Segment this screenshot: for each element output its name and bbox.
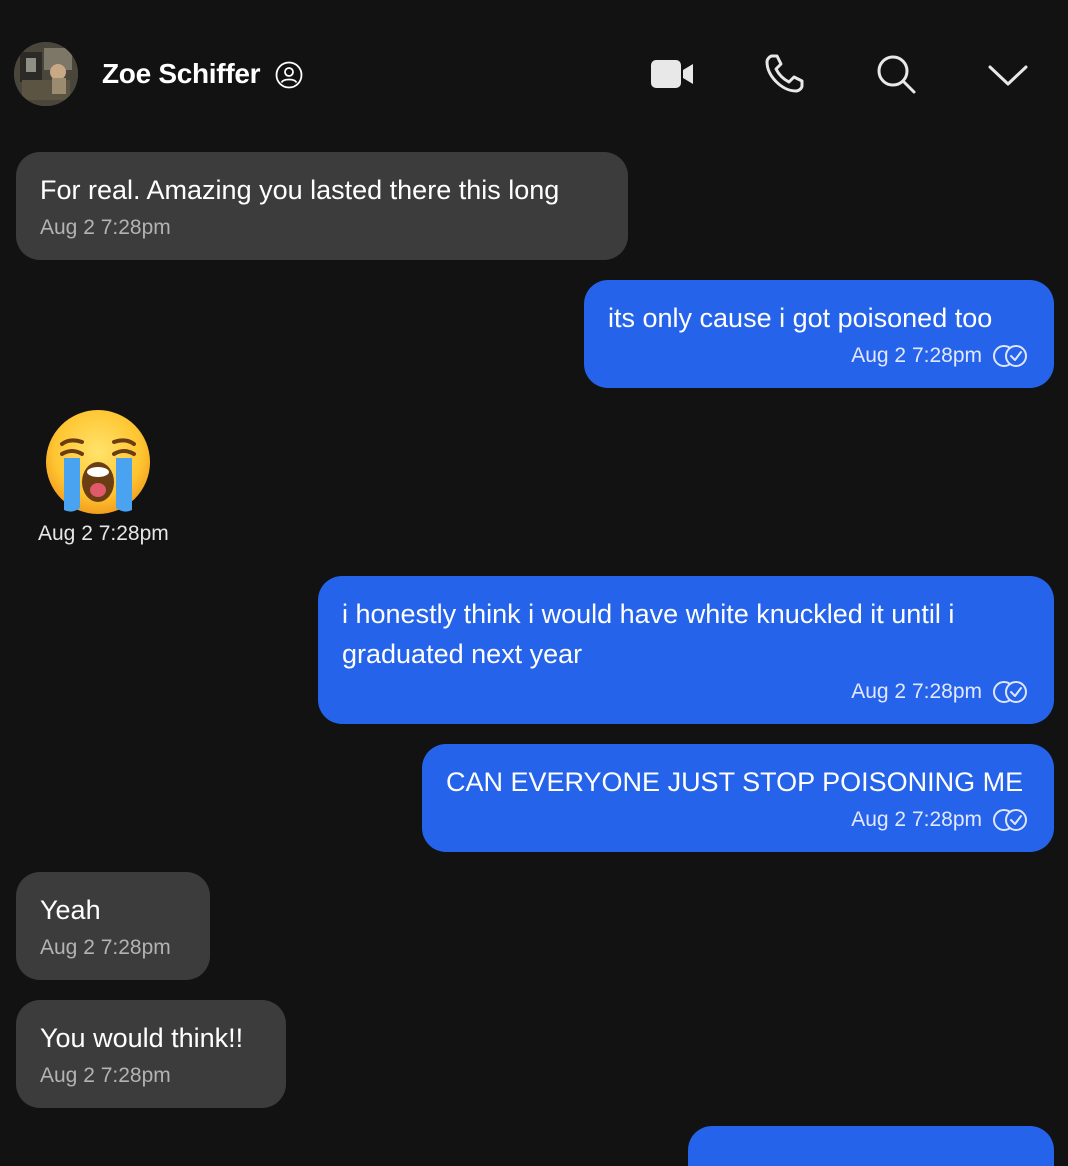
voice-call-button[interactable] xyxy=(758,48,810,100)
message-timestamp: Aug 2 7:28pm xyxy=(851,680,982,703)
outgoing-message-bubble[interactable]: CAN EVERYONE JUST STOP POISONING ME Aug … xyxy=(422,744,1054,852)
contact-avatar[interactable] xyxy=(14,42,78,106)
phone-icon xyxy=(765,54,804,93)
profile-icon[interactable] xyxy=(274,60,304,90)
message-timestamp: Aug 2 7:28pm xyxy=(851,344,982,367)
video-camera-icon xyxy=(651,60,693,88)
loudly-crying-face-emoji xyxy=(46,410,150,514)
message-timestamp: Aug 2 7:28pm xyxy=(40,936,171,959)
conversation-menu-button[interactable] xyxy=(982,48,1034,100)
message-meta: Aug 2 7:28pm xyxy=(608,338,1030,374)
outgoing-message-bubble[interactable]: i honestly think i would have white knuc… xyxy=(318,576,1054,724)
read-receipt-icon xyxy=(993,345,1027,367)
message-text: i honestly think i would have white knuc… xyxy=(342,599,955,669)
message-text: For real. Amazing you lasted there this … xyxy=(40,175,560,205)
incoming-message-bubble[interactable]: Yeah Aug 2 7:28pm xyxy=(16,872,210,980)
avatar-photo xyxy=(14,42,78,106)
message-text: CAN EVERYONE JUST STOP POISONING ME xyxy=(446,767,1024,797)
message-meta: Aug 2 7:28pm xyxy=(446,802,1030,838)
read-receipt-icon xyxy=(993,681,1027,703)
incoming-emoji-message[interactable] xyxy=(38,408,188,516)
outgoing-message-bubble-partial[interactable] xyxy=(688,1126,1054,1166)
read-receipt-icon xyxy=(993,809,1027,831)
contact-name[interactable]: Zoe Schiffer xyxy=(102,57,261,91)
message-text: You would think!! xyxy=(40,1023,244,1053)
message-meta: Aug 2 7:28pm xyxy=(40,930,186,966)
conversation-header: Zoe Schiffer xyxy=(0,0,1068,135)
message-timestamp: Aug 2 7:28pm xyxy=(40,216,171,239)
message-text: Yeah xyxy=(40,895,101,925)
message-text: its only cause i got poisoned too xyxy=(608,303,993,333)
message-timestamp: Aug 2 7:28pm xyxy=(38,522,169,545)
message-timestamp: Aug 2 7:28pm xyxy=(40,1064,171,1087)
chevron-down-icon xyxy=(988,65,1028,86)
search-button[interactable] xyxy=(870,48,922,100)
search-icon xyxy=(877,55,916,94)
outgoing-message-bubble[interactable]: its only cause i got poisoned too Aug 2 … xyxy=(584,280,1054,388)
incoming-message-bubble[interactable]: You would think!! Aug 2 7:28pm xyxy=(16,1000,286,1108)
video-call-button[interactable] xyxy=(646,48,698,100)
message-timestamp: Aug 2 7:28pm xyxy=(851,808,982,831)
message-meta: Aug 2 7:28pm xyxy=(342,674,1030,710)
incoming-message-bubble[interactable]: For real. Amazing you lasted there this … xyxy=(16,152,628,260)
message-meta: Aug 2 7:28pm xyxy=(40,1058,262,1094)
message-meta: Aug 2 7:28pm xyxy=(40,210,604,246)
